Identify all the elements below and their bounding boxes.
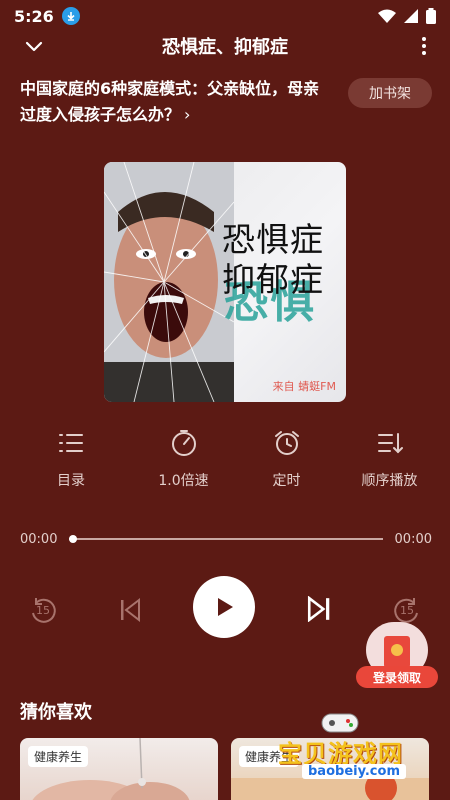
cover-illustration xyxy=(104,162,234,402)
download-icon xyxy=(61,7,80,25)
card-tag: 健康养生 xyxy=(28,746,89,767)
status-icons xyxy=(378,8,436,24)
current-time: 00:00 xyxy=(20,531,58,547)
play-button[interactable] xyxy=(193,576,255,638)
header-bar: 恐惧症、抑郁症 xyxy=(0,32,450,60)
function-controls: 目录 1.0倍速 定时 顺序播放 xyxy=(0,428,450,490)
cover-title-line-1: 恐惧症 xyxy=(222,220,324,259)
list-icon xyxy=(59,434,83,452)
progress-bar: 00:00 00:00 xyxy=(20,530,432,548)
login-reward-widget[interactable]: 登录领取 xyxy=(356,622,438,688)
add-to-bookshelf-button[interactable]: 加书架 xyxy=(348,78,432,108)
total-time: 00:00 xyxy=(394,531,432,547)
wifi-icon xyxy=(378,9,396,23)
next-track-button[interactable] xyxy=(304,594,334,624)
playback-speed-label: 1.0倍速 xyxy=(158,473,209,489)
gamepad-icon xyxy=(321,713,359,733)
forward-seconds: 15 xyxy=(400,604,414,617)
catalog-button[interactable]: 目录 xyxy=(10,428,132,490)
collapse-chevron-icon[interactable] xyxy=(22,34,46,58)
play-mode-button[interactable]: 顺序播放 xyxy=(338,428,441,490)
playback-speed-button[interactable]: 1.0倍速 xyxy=(132,428,235,490)
cover-title: 恐惧症 抑郁症 xyxy=(222,220,324,300)
timer-button[interactable]: 定时 xyxy=(235,428,338,490)
signal-icon xyxy=(404,9,418,23)
rewind-15-button[interactable]: 15 xyxy=(26,594,60,628)
episode-title-link[interactable]: 中国家庭的6种家庭模式：父亲缺位，母亲过度入侵孩子怎么办？ › xyxy=(20,76,330,128)
alarm-clock-icon xyxy=(274,431,299,455)
coin-icon xyxy=(391,644,403,656)
cover-title-line-2: 抑郁症 xyxy=(222,260,324,299)
progress-track[interactable] xyxy=(69,535,383,543)
watermark-url: baobeiy.com xyxy=(302,764,406,779)
watermark: 宝贝游戏网 baobeiy.com xyxy=(276,713,442,800)
recommendations-title: 猜你喜欢 xyxy=(20,702,92,723)
status-time: 5:26 xyxy=(14,6,54,26)
progress-thumb[interactable] xyxy=(69,535,78,543)
battery-icon xyxy=(426,8,436,24)
speed-icon xyxy=(171,430,196,456)
rewind-seconds: 15 xyxy=(36,604,50,617)
album-cover: 恐惧 恐惧症 抑郁症 来自 蜻蜓FM xyxy=(104,162,346,402)
status-bar: 5:26 xyxy=(0,0,450,32)
skip-next-icon xyxy=(307,596,330,622)
login-claim-button[interactable]: 登录领取 xyxy=(356,666,438,688)
play-icon xyxy=(218,598,233,616)
skip-previous-icon xyxy=(121,598,140,622)
previous-track-button[interactable] xyxy=(116,596,144,624)
recommendation-card[interactable]: 健康养生 xyxy=(20,738,218,800)
chevron-right-icon: › xyxy=(184,105,191,124)
timer-label: 定时 xyxy=(272,473,301,489)
more-options-icon[interactable] xyxy=(420,36,428,56)
cover-source: 来自 蜻蜓FM xyxy=(272,380,336,393)
page-title: 恐惧症、抑郁症 xyxy=(162,37,288,58)
catalog-label: 目录 xyxy=(57,473,85,489)
sequence-icon xyxy=(377,433,403,454)
episode-title: 中国家庭的6种家庭模式：父亲缺位，母亲过度入侵孩子怎么办？ xyxy=(20,79,320,124)
play-mode-label: 顺序播放 xyxy=(361,473,418,489)
